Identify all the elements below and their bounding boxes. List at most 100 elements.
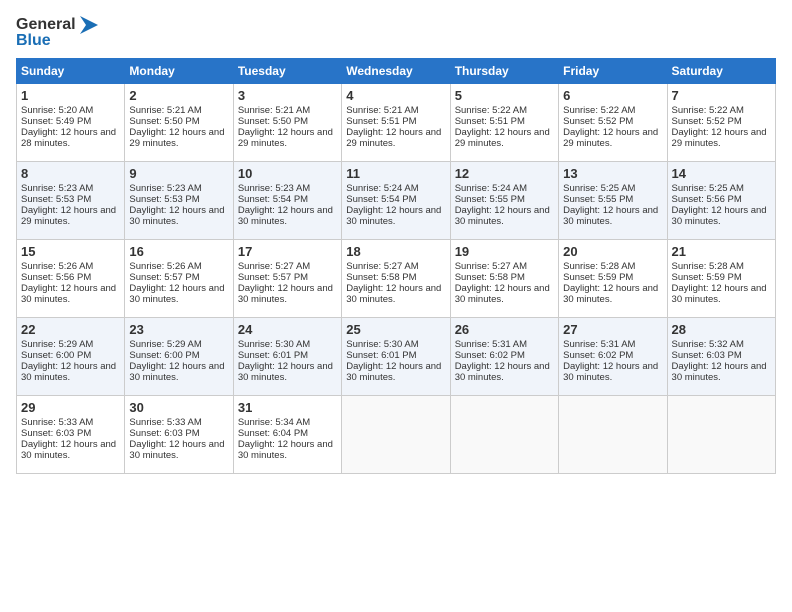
calendar-cell: 11Sunrise: 5:24 AMSunset: 5:54 PMDayligh…: [342, 161, 450, 239]
daylight-text: Daylight: 12 hours and 29 minutes.: [563, 127, 658, 149]
calendar-cell: 30Sunrise: 5:33 AMSunset: 6:03 PMDayligh…: [125, 395, 233, 473]
calendar-cell: 10Sunrise: 5:23 AMSunset: 5:54 PMDayligh…: [233, 161, 341, 239]
day-number: 11: [346, 166, 445, 181]
day-number: 6: [563, 88, 662, 103]
daylight-text: Daylight: 12 hours and 29 minutes.: [129, 127, 224, 149]
sunrise-text: Sunrise: 5:23 AM: [238, 183, 310, 194]
daylight-text: Daylight: 12 hours and 30 minutes.: [563, 205, 658, 227]
logo: General Blue: [16, 16, 98, 50]
day-number: 26: [455, 322, 554, 337]
day-number: 1: [21, 88, 120, 103]
sunrise-text: Sunrise: 5:26 AM: [21, 261, 93, 272]
daylight-text: Daylight: 12 hours and 30 minutes.: [21, 361, 116, 383]
day-header-thursday: Thursday: [450, 58, 558, 83]
day-number: 16: [129, 244, 228, 259]
sunset-text: Sunset: 6:03 PM: [672, 350, 742, 361]
day-number: 5: [455, 88, 554, 103]
sunset-text: Sunset: 6:02 PM: [563, 350, 633, 361]
daylight-text: Daylight: 12 hours and 30 minutes.: [238, 439, 333, 461]
calendar-cell: 18Sunrise: 5:27 AMSunset: 5:58 PMDayligh…: [342, 239, 450, 317]
daylight-text: Daylight: 12 hours and 28 minutes.: [21, 127, 116, 149]
sunrise-text: Sunrise: 5:28 AM: [563, 261, 635, 272]
sunset-text: Sunset: 5:51 PM: [346, 116, 416, 127]
week-row-3: 15Sunrise: 5:26 AMSunset: 5:56 PMDayligh…: [17, 239, 776, 317]
sunrise-text: Sunrise: 5:21 AM: [238, 105, 310, 116]
sunset-text: Sunset: 5:59 PM: [563, 272, 633, 283]
day-number: 2: [129, 88, 228, 103]
calendar-cell: 6Sunrise: 5:22 AMSunset: 5:52 PMDaylight…: [559, 83, 667, 161]
sunrise-text: Sunrise: 5:25 AM: [563, 183, 635, 194]
sunset-text: Sunset: 5:52 PM: [672, 116, 742, 127]
daylight-text: Daylight: 12 hours and 30 minutes.: [346, 361, 441, 383]
sunset-text: Sunset: 6:03 PM: [129, 428, 199, 439]
sunrise-text: Sunrise: 5:28 AM: [672, 261, 744, 272]
daylight-text: Daylight: 12 hours and 30 minutes.: [346, 283, 441, 305]
sunset-text: Sunset: 5:57 PM: [129, 272, 199, 283]
calendar-table: SundayMondayTuesdayWednesdayThursdayFrid…: [16, 58, 776, 474]
daylight-text: Daylight: 12 hours and 29 minutes.: [672, 127, 767, 149]
sunset-text: Sunset: 6:00 PM: [129, 350, 199, 361]
day-number: 14: [672, 166, 771, 181]
day-number: 25: [346, 322, 445, 337]
daylight-text: Daylight: 12 hours and 30 minutes.: [238, 361, 333, 383]
calendar-cell: 8Sunrise: 5:23 AMSunset: 5:53 PMDaylight…: [17, 161, 125, 239]
calendar-cell: 22Sunrise: 5:29 AMSunset: 6:00 PMDayligh…: [17, 317, 125, 395]
sunrise-text: Sunrise: 5:23 AM: [129, 183, 201, 194]
sunrise-text: Sunrise: 5:27 AM: [346, 261, 418, 272]
day-number: 28: [672, 322, 771, 337]
daylight-text: Daylight: 12 hours and 30 minutes.: [238, 205, 333, 227]
sunrise-text: Sunrise: 5:27 AM: [455, 261, 527, 272]
header-row: SundayMondayTuesdayWednesdayThursdayFrid…: [17, 58, 776, 83]
day-number: 12: [455, 166, 554, 181]
day-number: 7: [672, 88, 771, 103]
sunrise-text: Sunrise: 5:21 AM: [346, 105, 418, 116]
calendar-cell: 19Sunrise: 5:27 AMSunset: 5:58 PMDayligh…: [450, 239, 558, 317]
day-number: 10: [238, 166, 337, 181]
day-header-saturday: Saturday: [667, 58, 775, 83]
day-header-wednesday: Wednesday: [342, 58, 450, 83]
calendar-cell: 24Sunrise: 5:30 AMSunset: 6:01 PMDayligh…: [233, 317, 341, 395]
sunrise-text: Sunrise: 5:22 AM: [672, 105, 744, 116]
sunrise-text: Sunrise: 5:32 AM: [672, 339, 744, 350]
sunset-text: Sunset: 6:03 PM: [21, 428, 91, 439]
day-number: 17: [238, 244, 337, 259]
daylight-text: Daylight: 12 hours and 30 minutes.: [346, 205, 441, 227]
sunset-text: Sunset: 5:53 PM: [129, 194, 199, 205]
daylight-text: Daylight: 12 hours and 30 minutes.: [238, 283, 333, 305]
calendar-cell: 31Sunrise: 5:34 AMSunset: 6:04 PMDayligh…: [233, 395, 341, 473]
calendar-cell: 4 Sunrise: 5:21 AMSunset: 5:51 PMDaylight…: [342, 83, 450, 161]
daylight-text: Daylight: 12 hours and 30 minutes.: [672, 283, 767, 305]
sunrise-text: Sunrise: 5:21 AM: [129, 105, 201, 116]
day-number: 21: [672, 244, 771, 259]
day-number: 9: [129, 166, 228, 181]
logo-container: General Blue: [16, 16, 98, 50]
week-row-1: 1Sunrise: 5:20 AMSunset: 5:49 PMDaylight…: [17, 83, 776, 161]
daylight-text: Daylight: 12 hours and 30 minutes.: [129, 361, 224, 383]
calendar-cell: 27 Sunrise: 5:31 AMSunset: 6:02 PMDayligh…: [559, 317, 667, 395]
daylight-text: Daylight: 12 hours and 29 minutes.: [455, 127, 550, 149]
day-number: 3: [238, 88, 337, 103]
week-row-4: 22Sunrise: 5:29 AMSunset: 6:00 PMDayligh…: [17, 317, 776, 395]
daylight-text: Daylight: 12 hours and 29 minutes.: [346, 127, 441, 149]
sunset-text: Sunset: 6:01 PM: [238, 350, 308, 361]
daylight-text: Daylight: 12 hours and 30 minutes.: [563, 361, 658, 383]
sunset-text: Sunset: 5:49 PM: [21, 116, 91, 127]
day-number: 13: [563, 166, 662, 181]
sunrise-text: Sunrise: 5:22 AM: [455, 105, 527, 116]
daylight-text: Daylight: 12 hours and 30 minutes.: [455, 361, 550, 383]
daylight-text: Daylight: 12 hours and 30 minutes.: [129, 205, 224, 227]
calendar-cell: 13 Sunrise: 5:25 AMSunset: 5:55 PMDayligh…: [559, 161, 667, 239]
sunset-text: Sunset: 5:55 PM: [563, 194, 633, 205]
sunset-text: Sunset: 5:59 PM: [672, 272, 742, 283]
sunset-text: Sunset: 5:52 PM: [563, 116, 633, 127]
day-number: 4: [346, 88, 445, 103]
sunset-text: Sunset: 5:51 PM: [455, 116, 525, 127]
calendar-cell: 17Sunrise: 5:27 AMSunset: 5:57 PMDayligh…: [233, 239, 341, 317]
sunrise-text: Sunrise: 5:31 AM: [455, 339, 527, 350]
sunrise-text: Sunrise: 5:23 AM: [21, 183, 93, 194]
daylight-text: Daylight: 12 hours and 30 minutes.: [455, 205, 550, 227]
calendar-cell: 21 Sunrise: 5:28 AMSunset: 5:59 PMDayligh…: [667, 239, 775, 317]
day-number: 19: [455, 244, 554, 259]
sunrise-text: Sunrise: 5:31 AM: [563, 339, 635, 350]
day-number: 27: [563, 322, 662, 337]
